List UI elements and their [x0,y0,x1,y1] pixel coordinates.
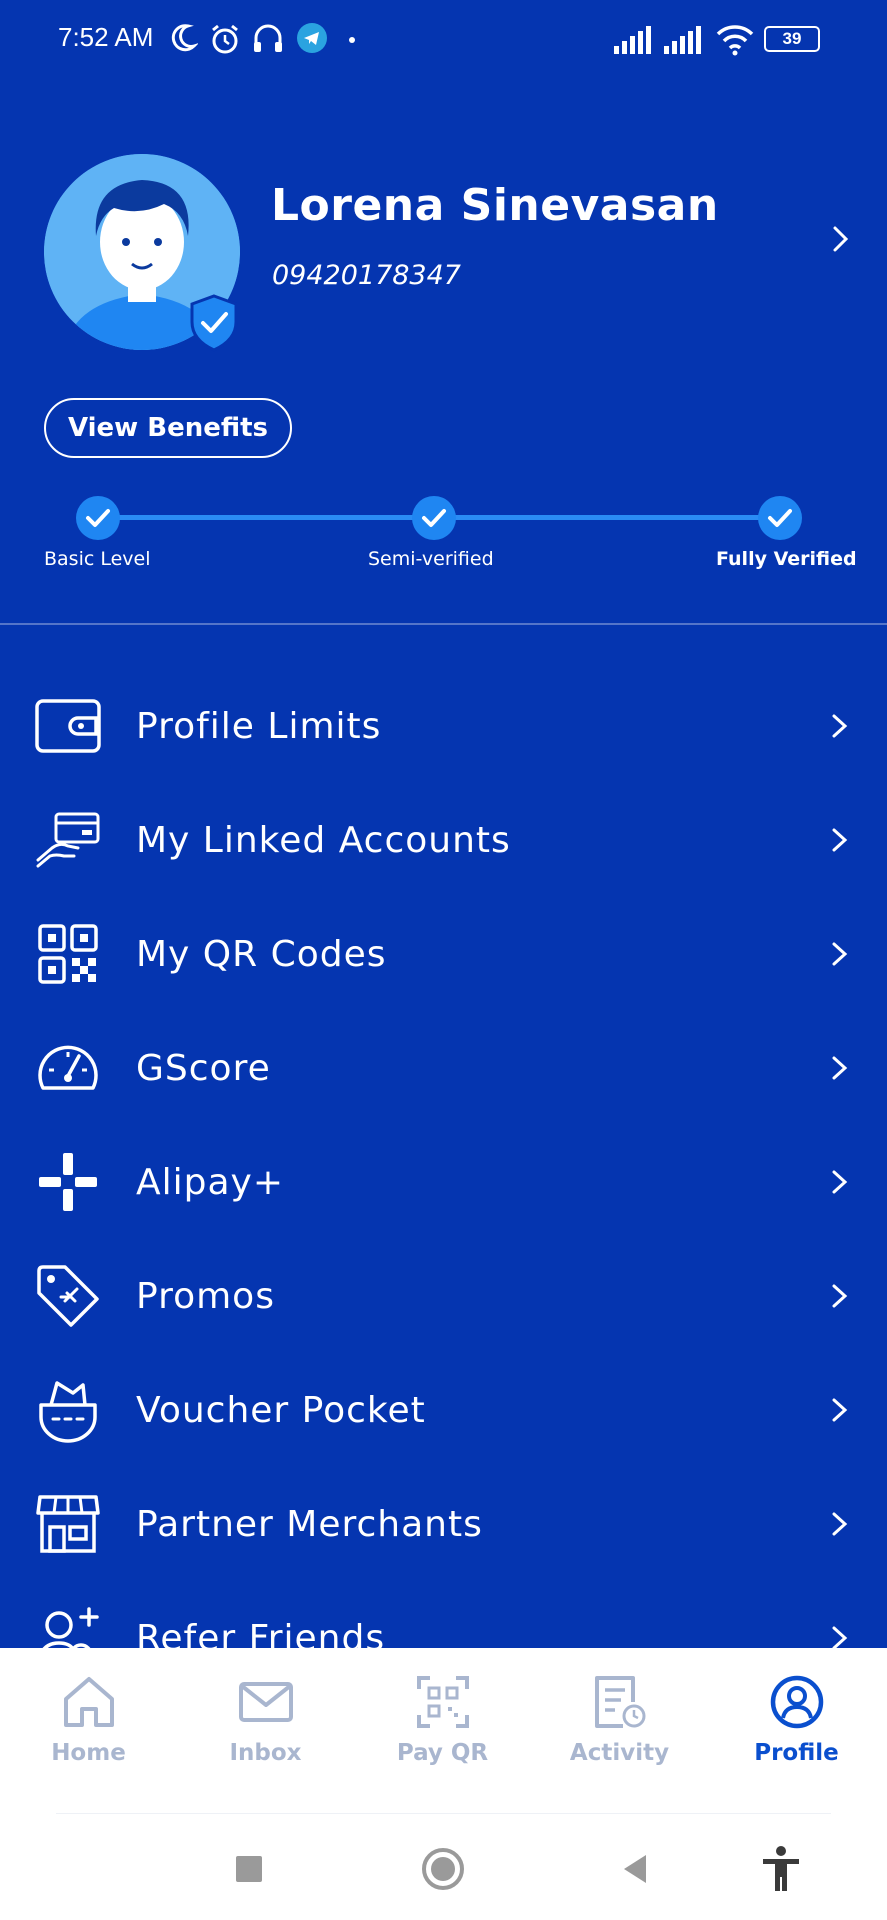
menu-item-qr-codes[interactable]: My QR Codes [0,897,887,1011]
tag-icon [30,1258,106,1334]
nav-home[interactable]: Home [0,1648,177,1788]
nav-label: Inbox [229,1740,302,1766]
alarm-icon [212,24,238,54]
menu-label: Voucher Pocket [136,1389,426,1431]
wifi-icon [716,25,754,56]
alipay-plus-icon [30,1144,106,1220]
menu-item-alipay-plus[interactable]: Alipay+ [0,1125,887,1239]
signal-icon [614,26,651,54]
triangle-back-icon [624,1855,646,1883]
linked-card-icon [30,802,106,878]
chevron-right-icon [832,714,848,738]
menu-item-linked-accounts[interactable]: My Linked Accounts [0,783,887,897]
profile-icon [767,1672,827,1732]
menu-label: My Linked Accounts [136,819,511,861]
check-icon [422,509,446,527]
battery-level: 39 [782,29,802,48]
menu-label: Partner Merchants [136,1503,483,1545]
step-basic-check [76,496,120,540]
bottom-navigation: Home Inbox Pay QR Activity Profile [0,1648,887,1814]
mail-icon [236,1672,296,1732]
dot-icon [349,37,355,43]
moon-icon [171,24,198,52]
profile-phone: 09420178347 [272,260,461,291]
gauge-icon [30,1030,106,1106]
menu-label: Alipay+ [136,1161,285,1203]
nav-inbox[interactable]: Inbox [177,1648,354,1788]
nav-label: Activity [569,1740,670,1766]
menu-label: My QR Codes [136,933,387,975]
system-navigation-bar [0,1814,887,1920]
menu-item-partner-merchants[interactable]: Partner Merchants [0,1467,887,1581]
step-label-basic: Basic Level [44,548,151,570]
check-icon [86,509,110,527]
headphones-icon [254,24,282,52]
circle-icon [422,1848,464,1890]
status-time: 7:52 AM [58,22,154,52]
chevron-right-icon[interactable] [830,224,852,254]
menu-item-promos[interactable]: Promos [0,1239,887,1353]
home-icon [59,1672,119,1732]
telegram-icon [297,23,327,53]
nav-label: Profile [754,1740,839,1766]
view-benefits-button[interactable]: View Benefits [44,398,292,458]
chevron-right-icon [832,828,848,852]
activity-icon [590,1672,650,1732]
chevron-right-icon [832,1170,848,1194]
signal-icon-2 [664,26,701,54]
chevron-right-icon [832,1284,848,1308]
qr-code-icon [30,916,106,992]
step-semi-check [412,496,456,540]
chevron-right-icon [832,1398,848,1422]
back-button[interactable] [610,1844,660,1894]
nav-label: Home [51,1740,126,1766]
accessibility-button[interactable] [756,1844,806,1894]
menu-item-profile-limits[interactable]: Profile Limits [0,669,887,783]
nav-label: Pay QR [396,1740,489,1766]
home-system-button[interactable] [418,1844,468,1894]
verified-shield-icon [190,294,238,352]
check-icon [768,509,792,527]
menu-label: GScore [136,1047,271,1089]
menu-item-voucher-pocket[interactable]: Voucher Pocket [0,1353,887,1467]
voucher-pocket-icon [30,1372,106,1448]
step-full-check [758,496,802,540]
profile-name[interactable]: Lorena Sinevasan [271,180,719,231]
storefront-icon [30,1486,106,1562]
step-label-full: Fully Verified [716,548,857,570]
menu-item-gscore[interactable]: GScore [0,1011,887,1125]
scan-qr-icon [413,1672,473,1732]
section-divider [0,623,887,625]
recents-button[interactable] [224,1844,274,1894]
chevron-right-icon [832,1512,848,1536]
chevron-right-icon [832,1056,848,1080]
battery-icon: 39 [764,26,820,52]
menu-label: Promos [136,1275,275,1317]
menu-label: Profile Limits [136,705,382,747]
nav-pay-qr[interactable]: Pay QR [354,1648,531,1788]
chevron-right-icon [832,942,848,966]
step-label-semi: Semi-verified [368,548,494,570]
nav-activity[interactable]: Activity [531,1648,708,1788]
accessibility-icon [763,1846,799,1891]
wallet-icon [30,688,106,764]
square-icon [236,1856,262,1882]
status-bar: 7:52 AM 39 [0,0,887,80]
profile-screen: 7:52 AM 39 Lorena Sinevasan 09420178347 [0,0,887,1920]
nav-profile[interactable]: Profile [708,1648,885,1788]
